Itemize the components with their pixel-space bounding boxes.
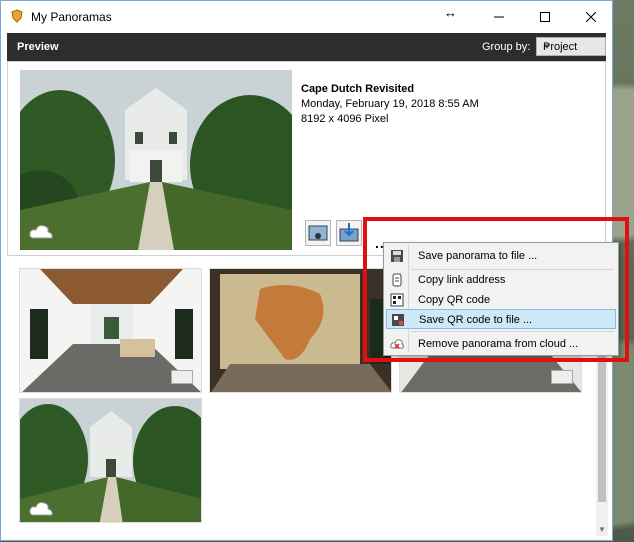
- africa-map-room-image: [210, 269, 391, 392]
- app-shield-icon: [11, 9, 23, 23]
- download-icon: [339, 223, 359, 242]
- panorama-tile[interactable]: [19, 268, 202, 393]
- scroll-down-icon[interactable]: ▼: [598, 525, 606, 534]
- panorama-tile[interactable]: [209, 268, 392, 393]
- close-button[interactable]: [568, 1, 614, 32]
- panorama-date: Monday, February 19, 2018 8:55 AM: [301, 98, 479, 110]
- title-bar: My Panoramas ↔: [1, 1, 612, 32]
- preview-panel: Cape Dutch Revisited Monday, February 19…: [7, 61, 606, 256]
- cape-dutch-house-image: [20, 70, 292, 250]
- panorama-name: Cape Dutch Revisited: [301, 83, 415, 95]
- selected-panorama-thumbnail[interactable]: [20, 70, 292, 250]
- menu-item-label: Copy QR code: [418, 294, 491, 306]
- context-menu: Save panorama to file ... Copy link addr…: [383, 242, 619, 356]
- menu-item-save-panorama[interactable]: Save panorama to file ...: [386, 246, 616, 266]
- cloud-icon: [29, 502, 53, 516]
- menu-item-label: Remove panorama from cloud ...: [418, 338, 579, 350]
- chevron-down-icon: ▼: [543, 42, 551, 51]
- download-panorama-button[interactable]: [336, 220, 362, 246]
- minimize-icon: [494, 16, 504, 17]
- close-icon: [586, 11, 596, 22]
- qr-icon: [390, 293, 404, 307]
- panorama-size: 8192 x 4096 Pixel: [301, 113, 389, 125]
- group-by-label: Group by:: [482, 41, 531, 53]
- menu-separator: [411, 331, 614, 332]
- cloud-icon: [29, 225, 53, 239]
- group-by-select[interactable]: Project ▼: [536, 37, 606, 56]
- panorama-tile[interactable]: [19, 398, 202, 523]
- menu-item-label: Save QR code to file ...: [419, 314, 533, 326]
- view-panorama-button[interactable]: [305, 220, 331, 246]
- menu-item-copy-link[interactable]: Copy link address: [386, 270, 616, 290]
- window-title: My Panoramas: [31, 10, 112, 24]
- menu-item-copy-qr[interactable]: Copy QR code: [386, 290, 616, 310]
- maximize-icon: [540, 11, 550, 22]
- save-qr-icon: [392, 314, 404, 326]
- maximize-button[interactable]: [522, 1, 568, 32]
- menu-item-remove-panorama[interactable]: Remove panorama from cloud ...: [386, 334, 616, 354]
- panorama-view-icon: [308, 225, 328, 241]
- cloud-remove-icon: [390, 339, 404, 349]
- minimize-button[interactable]: [476, 1, 522, 32]
- preview-title: Preview: [17, 41, 59, 53]
- preview-header: Preview Group by: Project ▼: [7, 33, 606, 61]
- panorama-icon: [551, 370, 573, 384]
- floppy-icon: [391, 250, 403, 262]
- link-icon: [392, 273, 402, 287]
- menu-item-save-qr[interactable]: Save QR code to file ...: [386, 309, 616, 329]
- menu-item-label: Copy link address: [418, 274, 506, 286]
- resize-cursor-icon: ↔: [444, 5, 457, 20]
- menu-item-label: Save panorama to file ...: [418, 250, 538, 262]
- panorama-info: Cape Dutch Revisited Monday, February 19…: [301, 82, 479, 127]
- panorama-icon: [171, 370, 193, 384]
